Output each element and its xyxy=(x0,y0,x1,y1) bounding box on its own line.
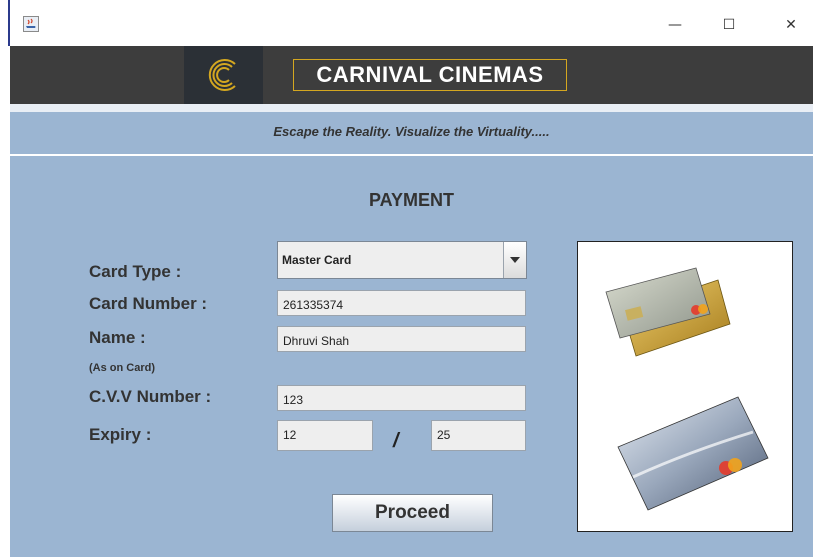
titanium-card-graphic xyxy=(617,396,769,511)
payment-title: PAYMENT xyxy=(368,190,455,210)
tagline-text: Escape the Reality. Visualize the Virtua… xyxy=(273,124,550,139)
expiry-year-field[interactable]: 25 xyxy=(431,420,526,451)
cvv-label: C.V.V Number : xyxy=(89,387,212,406)
card-type-selected: Master Card xyxy=(282,253,352,267)
close-button[interactable]: ✕ xyxy=(768,10,813,40)
proceed-button[interactable]: Proceed xyxy=(332,494,493,532)
minimize-button[interactable]: — xyxy=(652,10,698,40)
window-left-edge xyxy=(8,0,10,46)
maximize-button[interactable]: ☐ xyxy=(706,10,752,40)
card-number-field[interactable]: 261335374 xyxy=(277,290,526,316)
dropdown-arrow-icon[interactable] xyxy=(503,242,526,278)
card-type-label: Card Type : xyxy=(89,262,182,281)
as-on-card-label: (As on Card) xyxy=(89,362,155,374)
expiry-label: Expiry : xyxy=(89,425,152,444)
payment-panel: PAYMENT Card Type : Card Number : Name :… xyxy=(10,156,813,557)
expiry-separator: / xyxy=(393,430,399,452)
expiry-month-field[interactable]: 12 xyxy=(277,420,373,451)
tagline-band: Escape the Reality. Visualize the Virtua… xyxy=(10,112,813,154)
carnival-logo-icon xyxy=(184,46,263,104)
card-type-select[interactable]: Master Card xyxy=(277,241,527,279)
brand-title: CARNIVAL CINEMAS xyxy=(293,59,567,91)
window-titlebar: — ☐ ✕ xyxy=(0,0,813,46)
credit-cards-image xyxy=(577,241,793,532)
name-label: Name : xyxy=(89,328,146,347)
java-app-icon[interactable] xyxy=(23,16,39,32)
header-separator xyxy=(10,104,813,112)
cvv-field[interactable]: 123 xyxy=(277,385,526,411)
name-field[interactable]: Dhruvi Shah xyxy=(277,326,526,352)
card-number-label: Card Number : xyxy=(89,294,208,313)
app-header: CARNIVAL CINEMAS xyxy=(10,46,813,104)
